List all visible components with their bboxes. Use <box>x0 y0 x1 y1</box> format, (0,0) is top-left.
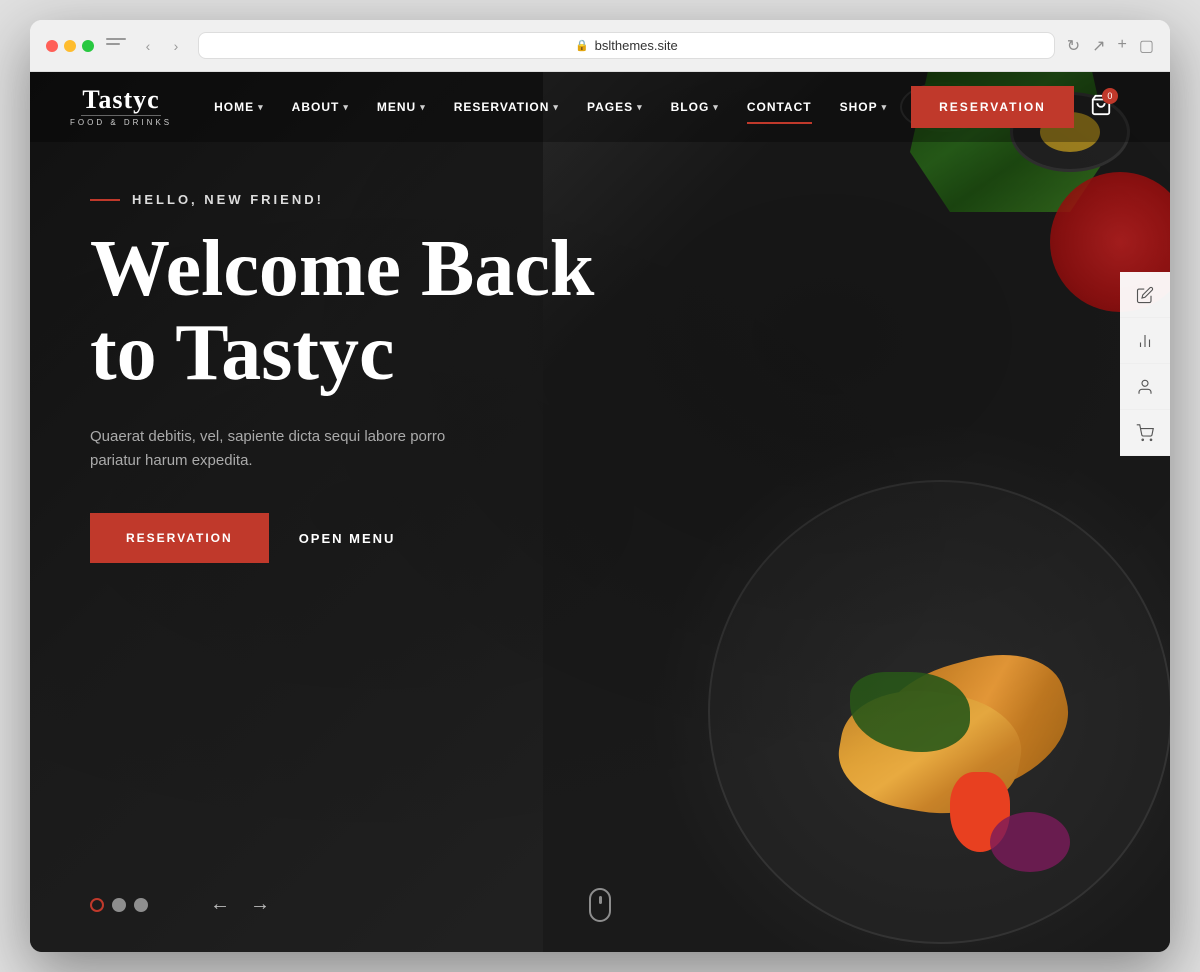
slide-dot-3[interactable] <box>134 898 148 912</box>
user-icon <box>1136 378 1154 396</box>
slide-indicators <box>90 898 148 912</box>
reload-icon[interactable]: ↻ <box>1067 36 1080 56</box>
chevron-down-icon: ▾ <box>637 102 643 113</box>
reservation-button[interactable]: RESERVATION <box>90 513 269 563</box>
nav-blog[interactable]: BLOG ▾ <box>659 92 731 122</box>
cart-wrapper[interactable]: 0 <box>1090 94 1112 121</box>
nav-home[interactable]: HOME ▾ <box>202 92 276 122</box>
browser-nav: ‹ › <box>138 36 186 56</box>
nav-shop-label: SHOP <box>840 100 878 114</box>
browser-chrome: ‹ › 🔒 bslthemes.site ↻ ↗ + ▢ <box>30 20 1170 72</box>
onion <box>990 812 1070 872</box>
nav-cta-button[interactable]: RESERVATION <box>911 86 1074 128</box>
sidebar-cart-tool[interactable] <box>1120 410 1170 456</box>
hero-title-line1: Welcome Back <box>90 225 594 313</box>
tabs-icon[interactable]: ▢ <box>1139 36 1154 56</box>
hero-title: Welcome Back to Tastyc <box>90 227 594 395</box>
chevron-down-icon: ▾ <box>713 102 719 113</box>
maximize-button[interactable] <box>82 40 94 52</box>
sidebar-user-tool[interactable] <box>1120 364 1170 410</box>
shopping-cart-icon <box>1136 424 1154 442</box>
next-slide-arrow[interactable]: → <box>250 893 270 916</box>
browser-actions: ↻ ↗ + ▢ <box>1067 36 1154 56</box>
slide-arrows: ← → <box>210 893 270 916</box>
sidebar-stats-tool[interactable] <box>1120 318 1170 364</box>
right-sidebar <box>1120 272 1170 456</box>
tagline-text: HELLO, NEW FRIEND! <box>132 192 324 207</box>
address-bar[interactable]: 🔒 bslthemes.site <box>198 32 1055 59</box>
logo-divider <box>81 115 161 116</box>
new-tab-icon[interactable]: + <box>1118 36 1127 56</box>
nav-home-label: HOME <box>214 100 254 114</box>
nav-menu-item[interactable]: MENU ▾ <box>365 92 438 122</box>
nav-about[interactable]: ABOUT ▾ <box>280 92 361 122</box>
security-icon: 🔒 <box>575 39 589 52</box>
site-logo[interactable]: Tastyc FOOD & DRINKS <box>70 87 172 127</box>
nav-menu-label: MENU <box>377 100 416 114</box>
traffic-lights <box>46 40 94 52</box>
hero-title-line2: to Tastyc <box>90 309 395 397</box>
scroll-indicator <box>589 888 611 922</box>
nav-reservation-label: RESERVATION <box>454 100 550 114</box>
bar-chart-icon <box>1136 332 1154 350</box>
hero-content: HELLO, NEW FRIEND! Welcome Back to Tasty… <box>90 192 594 563</box>
open-menu-link[interactable]: OPEN MENU <box>299 531 396 546</box>
url-text: bslthemes.site <box>595 38 678 53</box>
minimize-button[interactable] <box>64 40 76 52</box>
back-button[interactable]: ‹ <box>138 36 158 56</box>
website-content: Tastyc FOOD & DRINKS HOME ▾ ABOUT ▾ MENU… <box>30 72 1170 952</box>
scroll-mouse-icon <box>589 888 611 922</box>
nav-pages-label: PAGES <box>587 100 633 114</box>
nav-contact[interactable]: CONTACT <box>735 92 824 122</box>
sidebar-edit-tool[interactable] <box>1120 272 1170 318</box>
slide-dot-1[interactable] <box>90 898 104 912</box>
slide-dot-2[interactable] <box>112 898 126 912</box>
nav-reservation[interactable]: RESERVATION ▾ <box>442 92 571 122</box>
hero-tagline: HELLO, NEW FRIEND! <box>90 192 594 207</box>
chevron-down-icon: ▾ <box>343 102 349 113</box>
close-button[interactable] <box>46 40 58 52</box>
hero-buttons: RESERVATION OPEN MENU <box>90 513 594 563</box>
nav-menu: HOME ▾ ABOUT ▾ MENU ▾ RESERVATION ▾ PAGE… <box>202 86 1130 128</box>
browser-window: ‹ › 🔒 bslthemes.site ↻ ↗ + ▢ <box>30 20 1170 952</box>
hero-food-image <box>543 72 1170 952</box>
main-navigation: Tastyc FOOD & DRINKS HOME ▾ ABOUT ▾ MENU… <box>30 72 1170 142</box>
forward-button[interactable]: › <box>166 36 186 56</box>
tagline-line <box>90 199 120 201</box>
logo-title: Tastyc <box>82 87 159 113</box>
share-icon[interactable]: ↗ <box>1092 36 1105 56</box>
nav-about-label: ABOUT <box>292 100 340 114</box>
logo-subtitle: FOOD & DRINKS <box>70 118 172 127</box>
chevron-down-icon: ▾ <box>420 102 426 113</box>
scroll-wheel <box>599 896 602 904</box>
nav-pages[interactable]: PAGES ▾ <box>575 92 655 122</box>
nav-shop[interactable]: SHOP ▾ <box>828 92 900 122</box>
cart-badge: 0 <box>1102 88 1118 104</box>
sidebar-toggle-icon[interactable] <box>106 38 126 54</box>
chevron-down-icon: ▾ <box>258 102 264 113</box>
prev-slide-arrow[interactable]: ← <box>210 893 230 916</box>
edit-icon <box>1136 286 1154 304</box>
chevron-down-icon: ▾ <box>882 102 888 113</box>
chevron-down-icon: ▾ <box>553 102 559 113</box>
hero-description: Quaerat debitis, vel, sapiente dicta seq… <box>90 425 470 473</box>
nav-contact-label: CONTACT <box>747 100 812 114</box>
nav-blog-label: BLOG <box>671 100 710 114</box>
